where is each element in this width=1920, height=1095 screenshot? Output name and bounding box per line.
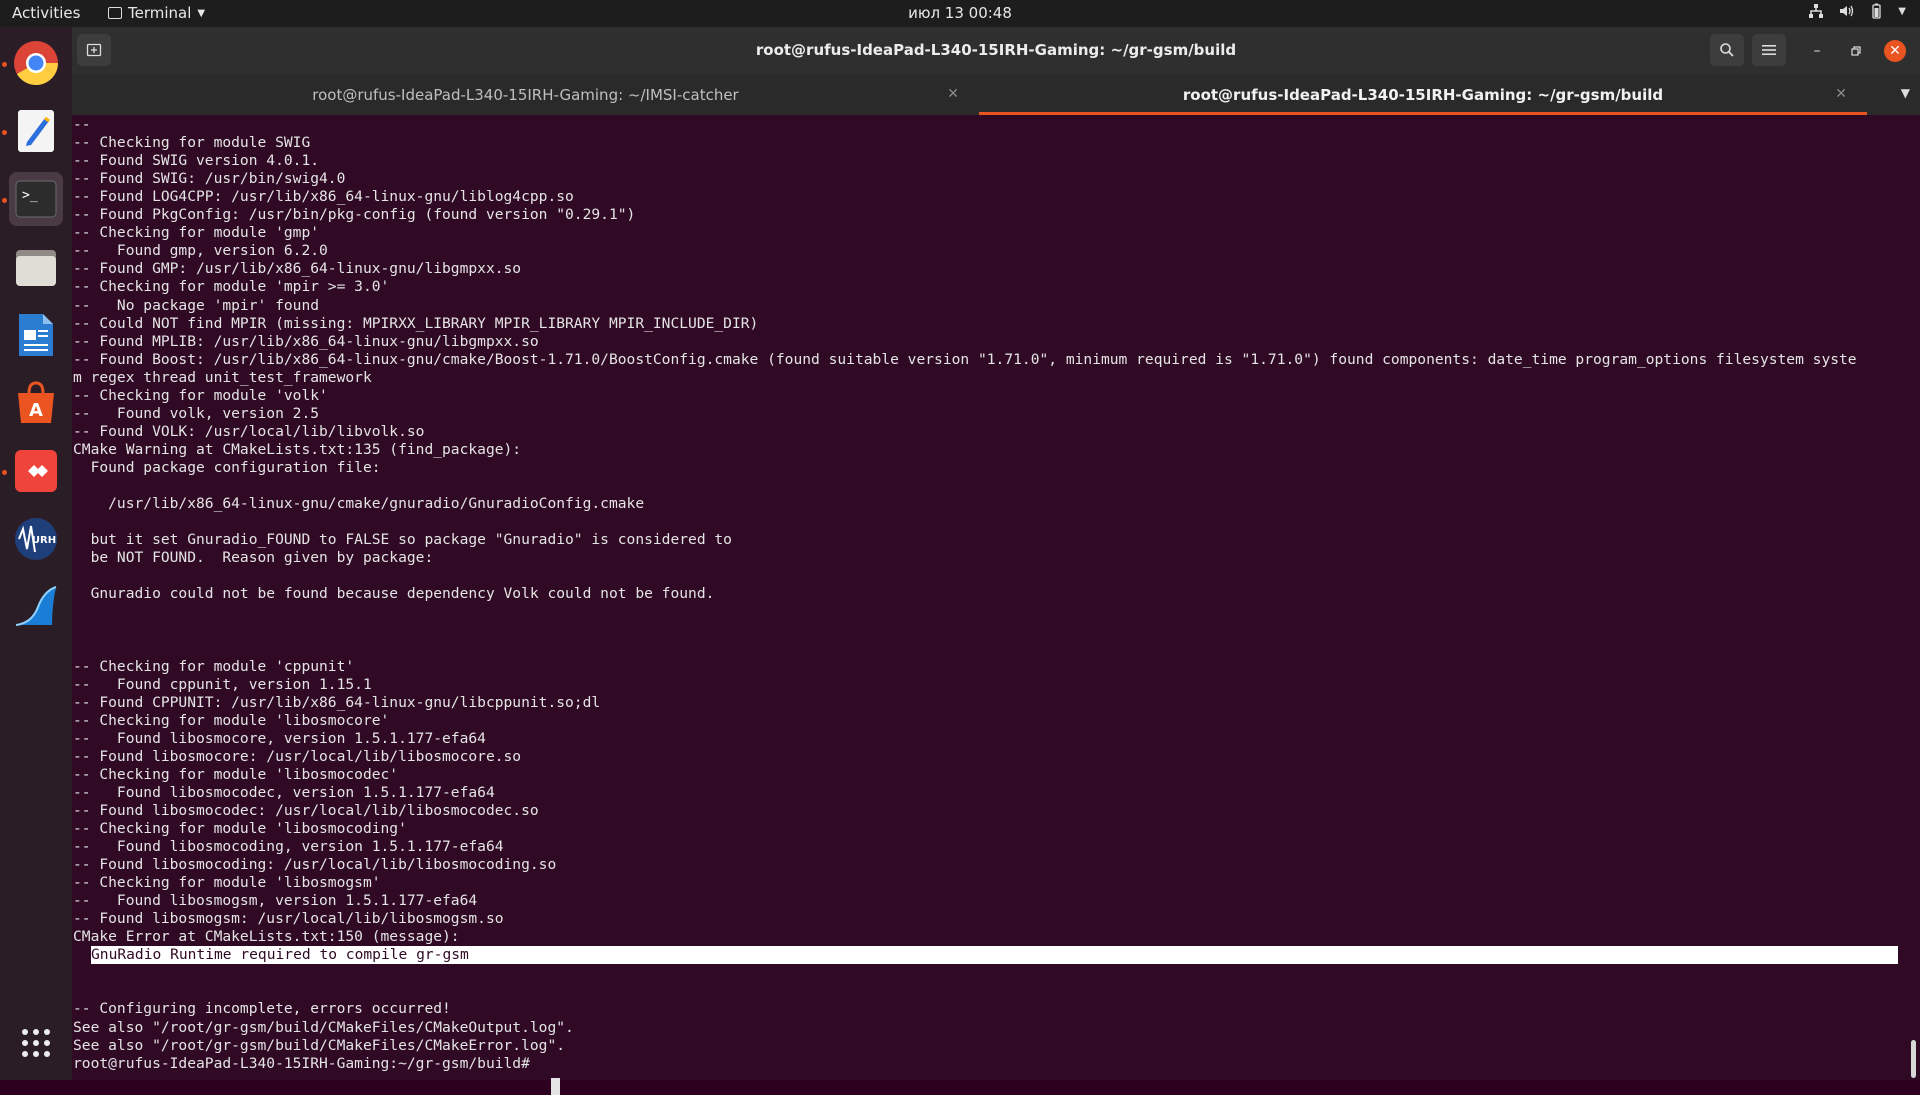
terminal-line: -- Found libosmogsm: /usr/local/lib/libo… bbox=[73, 910, 504, 928]
writer-icon[interactable] bbox=[9, 308, 63, 362]
terminal-line: -- No package 'mpir' found bbox=[73, 296, 320, 314]
terminal-small-icon bbox=[108, 7, 122, 19]
tab-label: root@rufus-IdeaPad-L340-15IRH-Gaming: ~/… bbox=[1182, 85, 1664, 104]
close-window-button[interactable]: ✕ bbox=[1884, 40, 1906, 62]
search-icon bbox=[1720, 43, 1734, 57]
terminal-line: be NOT FOUND. Reason given by package: bbox=[73, 549, 434, 567]
network-icon[interactable] bbox=[1808, 3, 1824, 19]
dock: >_ A URH bbox=[0, 27, 72, 1080]
terminal-line: -- Found libosmocore, version 1.5.1.177-… bbox=[73, 729, 486, 747]
running-indicator bbox=[2, 62, 7, 67]
hamburger-icon bbox=[1762, 45, 1776, 55]
terminal-line: -- Found PkgConfig: /usr/bin/pkg-config … bbox=[73, 206, 636, 224]
running-indicator bbox=[2, 130, 7, 135]
terminal-line: Found package configuration file: bbox=[73, 458, 381, 476]
terminal-line: CMake Error at CMakeLists.txt:150 (messa… bbox=[73, 928, 460, 946]
terminal-line: -- Checking for module 'mpir >= 3.0' bbox=[73, 278, 390, 296]
terminal-line: -- Checking for module 'libosmocore' bbox=[73, 711, 390, 729]
system-tray[interactable]: ▼ bbox=[1808, 3, 1906, 19]
terminal-line: CMake Warning at CMakeLists.txt:135 (fin… bbox=[73, 440, 522, 458]
header-bar: root@rufus-IdeaPad-L340-15IRH-Gaming: ~/… bbox=[72, 27, 1920, 74]
files-icon[interactable] bbox=[9, 240, 63, 294]
shell-prompt: root@rufus-IdeaPad-L340-15IRH-Gaming:~/g… bbox=[73, 1054, 539, 1072]
chrome-icon[interactable] bbox=[9, 36, 63, 90]
search-button[interactable] bbox=[1710, 34, 1744, 66]
terminal-line: -- Found libosmocodec: /usr/local/lib/li… bbox=[73, 801, 539, 819]
tab-label: root@rufus-IdeaPad-L340-15IRH-Gaming: ~/… bbox=[312, 85, 739, 104]
maximize-button[interactable] bbox=[1845, 40, 1867, 62]
tab-imsi-catcher[interactable]: root@rufus-IdeaPad-L340-15IRH-Gaming: ~/… bbox=[72, 74, 979, 115]
terminal-line: /usr/lib/x86_64-linux-gnu/cmake/gnuradio… bbox=[73, 495, 645, 513]
terminal-line: -- Checking for module 'libosmocodec' bbox=[73, 765, 399, 783]
terminal-line: -- Found MPLIB: /usr/lib/x86_64-linux-gn… bbox=[73, 332, 539, 350]
tab-gr-gsm-build[interactable]: root@rufus-IdeaPad-L340-15IRH-Gaming: ~/… bbox=[979, 74, 1867, 115]
minimize-button[interactable]: – bbox=[1806, 40, 1828, 62]
clock[interactable]: июл 13 00:48 bbox=[0, 4, 1920, 22]
app-grid-icon[interactable] bbox=[9, 1016, 63, 1070]
terminal-line: -- Found SWIG version 4.0.1. bbox=[73, 152, 320, 170]
tab-list-chevron-icon[interactable]: ▼ bbox=[1901, 86, 1910, 100]
terminal-line: -- Found CPPUNIT: /usr/lib/x86_64-linux-… bbox=[73, 693, 601, 711]
terminal-line: Gnuradio could not be found because depe… bbox=[73, 585, 715, 603]
top-bar: Activities Terminal ▼ июл 13 00:48 ▼ bbox=[0, 0, 1920, 27]
terminal-line: -- Checking for module SWIG bbox=[73, 134, 311, 152]
software-center-icon[interactable]: A bbox=[9, 376, 63, 430]
terminal-icon[interactable]: >_ bbox=[9, 172, 63, 226]
svg-text:>_: >_ bbox=[22, 188, 38, 203]
terminal-line: -- Found GMP: /usr/lib/x86_64-linux-gnu/… bbox=[73, 260, 522, 278]
highlighted-error-line: GnuRadio Runtime required to compile gr-… bbox=[91, 946, 469, 963]
activities-button[interactable]: Activities bbox=[12, 4, 80, 22]
terminal-line: -- Checking for module 'libosmocoding' bbox=[73, 819, 407, 837]
terminal-line: -- Checking for module 'volk' bbox=[73, 386, 328, 404]
terminal-line: -- Found libosmocore: /usr/local/lib/lib… bbox=[73, 747, 522, 765]
terminal-line: -- Checking for module 'cppunit' bbox=[73, 657, 355, 675]
app-menu[interactable]: Terminal ▼ bbox=[108, 4, 205, 22]
terminal-line: -- Found libosmogsm, version 1.5.1.177-e… bbox=[73, 892, 478, 910]
terminal-line: See also "/root/gr-gsm/build/CMakeFiles/… bbox=[73, 1018, 574, 1036]
tab-bar: root@rufus-IdeaPad-L340-15IRH-Gaming: ~/… bbox=[72, 74, 1920, 115]
terminal-line: -- Checking for module 'gmp' bbox=[73, 224, 320, 242]
terminal-line: -- Checking for module 'libosmogsm' bbox=[73, 874, 381, 892]
scrollbar[interactable] bbox=[1911, 1040, 1916, 1078]
terminal-line: -- bbox=[73, 116, 91, 133]
wireshark-icon[interactable] bbox=[9, 580, 63, 634]
hamburger-menu-button[interactable] bbox=[1752, 34, 1786, 66]
terminal-line: -- Found VOLK: /usr/local/lib/libvolk.so bbox=[73, 422, 425, 440]
tab-close-icon[interactable]: ✕ bbox=[947, 86, 959, 102]
terminal-line: but it set Gnuradio_FOUND to FALSE so pa… bbox=[73, 531, 732, 549]
battery-icon[interactable] bbox=[1868, 3, 1884, 19]
terminal-line: -- Found libosmocoding, version 1.5.1.17… bbox=[73, 838, 504, 855]
text-cursor bbox=[551, 1078, 560, 1095]
tab-close-icon[interactable]: ✕ bbox=[1835, 86, 1847, 102]
terminal-line: See also "/root/gr-gsm/build/CMakeFiles/… bbox=[73, 1036, 566, 1054]
running-indicator bbox=[2, 198, 7, 203]
chevron-down-icon: ▼ bbox=[197, 7, 206, 19]
text-editor-icon[interactable] bbox=[9, 104, 63, 158]
terminal-line: -- Could NOT find MPIR (missing: MPIRXX_… bbox=[73, 314, 759, 332]
terminal-window: root@rufus-IdeaPad-L340-15IRH-Gaming: ~/… bbox=[72, 27, 1920, 1095]
terminal-line: -- Found libosmocodec, version 1.5.1.177… bbox=[73, 783, 495, 801]
terminal-line: -- Found LOG4CPP: /usr/lib/x86_64-linux-… bbox=[73, 188, 574, 206]
terminal-line: -- Found Boost: /usr/lib/x86_64-linux-gn… bbox=[73, 350, 1857, 368]
volume-icon[interactable] bbox=[1838, 3, 1854, 19]
window-title: root@rufus-IdeaPad-L340-15IRH-Gaming: ~/… bbox=[755, 41, 1237, 59]
restore-icon bbox=[1851, 46, 1861, 56]
terminal-line: m regex thread unit_test_framework bbox=[73, 368, 372, 386]
anydesk-icon[interactable] bbox=[9, 444, 63, 498]
terminal-line: -- Found SWIG: /usr/bin/swig4.0 bbox=[73, 170, 346, 188]
terminal-output[interactable]: GnuRadio Runtime required to compile gr-… bbox=[72, 115, 1920, 1095]
svg-text:URH: URH bbox=[32, 535, 56, 546]
terminal-line: -- Found gmp, version 6.2.0 bbox=[73, 242, 328, 260]
system-menu-chevron-icon[interactable]: ▼ bbox=[1898, 6, 1906, 17]
terminal-line: -- Configuring incomplete, errors occurr… bbox=[73, 1000, 451, 1018]
running-indicator bbox=[2, 470, 7, 475]
urh-icon[interactable]: URH bbox=[9, 512, 63, 566]
app-menu-label: Terminal bbox=[128, 4, 192, 22]
terminal-line: -- Found libosmocoding: /usr/local/lib/l… bbox=[73, 856, 557, 874]
terminal-line: -- Found cppunit, version 1.15.1 bbox=[73, 675, 372, 693]
svg-text:A: A bbox=[29, 400, 43, 421]
terminal-line: -- Found volk, version 2.5 bbox=[73, 404, 320, 422]
